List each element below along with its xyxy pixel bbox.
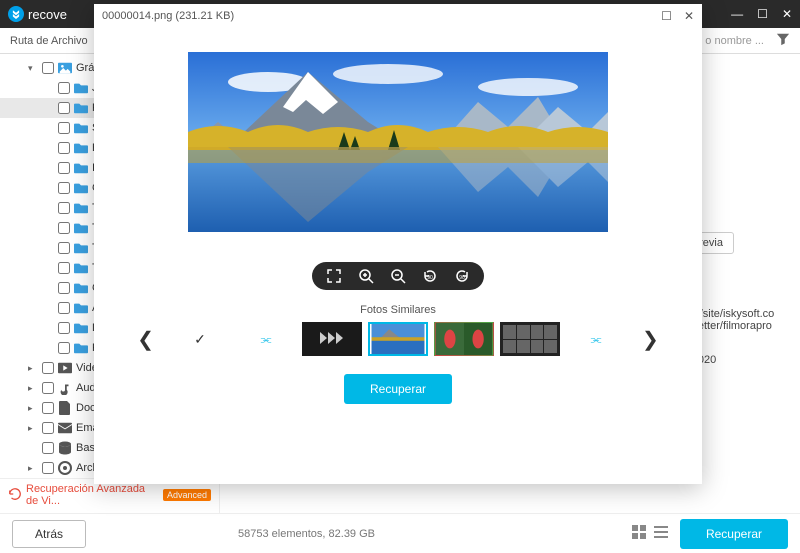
video-icon: [58, 362, 72, 374]
search-input[interactable]: o nombre ...: [705, 35, 770, 47]
image-folder-icon: [58, 62, 72, 74]
minimize-icon[interactable]: —: [731, 7, 743, 21]
rotate-left-icon[interactable]: 90: [422, 268, 438, 284]
document-icon: [58, 402, 72, 414]
group-checkbox[interactable]: [42, 402, 54, 414]
folder-icon: [74, 102, 88, 114]
caret-down-icon[interactable]: ▾: [28, 63, 38, 74]
thumb-broken-2[interactable]: ⫘: [566, 322, 626, 356]
back-button[interactable]: Atrás: [12, 520, 86, 548]
thumb-parrot[interactable]: [434, 322, 494, 356]
item-checkbox[interactable]: [58, 82, 70, 94]
filter-icon[interactable]: [776, 32, 790, 49]
group-checkbox[interactable]: [42, 62, 54, 74]
view-mode-icons: [632, 525, 668, 542]
app-footer: Atrás 58753 elementos, 82.39 GB Recupera…: [0, 513, 800, 553]
folder-icon: [74, 302, 88, 314]
group-checkbox[interactable]: [42, 382, 54, 394]
thumbnail-row: ❮ ⫘ ⫘ ❯: [94, 322, 702, 356]
zoom-out-icon[interactable]: [390, 268, 406, 284]
group-checkbox[interactable]: [42, 442, 54, 454]
audio-icon: [58, 382, 72, 394]
item-checkbox[interactable]: [58, 142, 70, 154]
modal-title: 00000014.png (231.21 KB): [102, 10, 234, 22]
path-label: Ruta de Archivo: [10, 35, 88, 47]
item-checkbox[interactable]: [58, 122, 70, 134]
close-icon[interactable]: ✕: [782, 7, 792, 21]
item-checkbox[interactable]: [58, 182, 70, 194]
broken-link-icon: ⫘: [591, 332, 602, 347]
caret-right-icon[interactable]: ▸: [28, 383, 38, 394]
item-checkbox[interactable]: [58, 162, 70, 174]
item-checkbox[interactable]: [58, 262, 70, 274]
status-count: 58753 elementos, 82.39 GB: [238, 528, 375, 540]
maximize-icon[interactable]: ☐: [757, 7, 768, 21]
recover-button[interactable]: Recuperar: [680, 519, 788, 549]
modal-close-icon[interactable]: ✕: [684, 9, 694, 23]
svg-text:90: 90: [459, 275, 465, 281]
folder-icon: [74, 122, 88, 134]
svg-text:90: 90: [427, 275, 433, 281]
modal-recover-button[interactable]: Recuperar: [344, 374, 452, 404]
folder-icon: [74, 202, 88, 214]
item-checkbox[interactable]: [58, 222, 70, 234]
group-checkbox[interactable]: [42, 422, 54, 434]
item-checkbox[interactable]: [58, 342, 70, 354]
advanced-badge: Advanced: [163, 489, 211, 501]
folder-icon: [74, 162, 88, 174]
similar-photos-label: Fotos Similares: [94, 304, 702, 316]
preview-image: [188, 52, 608, 232]
item-checkbox[interactable]: [58, 322, 70, 334]
folder-icon: [74, 182, 88, 194]
thumb-wondershare-logo[interactable]: [302, 322, 362, 356]
folder-icon: [74, 142, 88, 154]
modal-window-controls: ☐ ✕: [661, 9, 694, 23]
reload-icon: [8, 487, 22, 504]
caret-right-icon[interactable]: ▸: [28, 403, 38, 414]
folder-icon: [74, 322, 88, 334]
item-checkbox[interactable]: [58, 302, 70, 314]
grid-view-icon[interactable]: [632, 525, 646, 542]
database-icon: [58, 442, 72, 454]
app-brand: recove: [28, 7, 67, 22]
folder-icon: [74, 222, 88, 234]
zoom-toolbar: 90 90: [312, 262, 484, 290]
thumb-checked[interactable]: [170, 322, 230, 356]
rotate-right-icon[interactable]: 90: [454, 268, 470, 284]
app-logo: recove: [8, 6, 67, 22]
group-checkbox[interactable]: [42, 462, 54, 474]
broken-link-icon: ⫘: [261, 332, 272, 347]
folder-icon: [74, 342, 88, 354]
zoom-in-icon[interactable]: [358, 268, 374, 284]
thumb-current[interactable]: [368, 322, 428, 356]
folder-icon: [74, 82, 88, 94]
folder-icon: [74, 242, 88, 254]
item-checkbox[interactable]: [58, 202, 70, 214]
modal-maximize-icon[interactable]: ☐: [661, 9, 672, 23]
preview-modal: 00000014.png (231.21 KB) ☐ ✕: [94, 4, 702, 484]
modal-titlebar: 00000014.png (231.21 KB) ☐ ✕: [94, 4, 702, 28]
archive-icon: [58, 462, 72, 474]
item-checkbox[interactable]: [58, 102, 70, 114]
list-view-icon[interactable]: [654, 525, 668, 542]
fit-screen-icon[interactable]: [326, 268, 342, 284]
folder-icon: [74, 282, 88, 294]
group-checkbox[interactable]: [42, 362, 54, 374]
item-checkbox[interactable]: [58, 242, 70, 254]
prev-arrow-icon[interactable]: ❮: [127, 327, 164, 352]
thumb-broken-1[interactable]: ⫘: [236, 322, 296, 356]
caret-right-icon[interactable]: ▸: [28, 423, 38, 434]
advanced-label: Recuperación Avanzada de Vi...: [26, 483, 159, 507]
mail-icon: [58, 422, 72, 434]
logo-icon: [8, 6, 24, 22]
caret-right-icon[interactable]: ▸: [28, 363, 38, 374]
next-arrow-icon[interactable]: ❯: [632, 327, 669, 352]
folder-icon: [74, 262, 88, 274]
item-checkbox[interactable]: [58, 282, 70, 294]
caret-right-icon[interactable]: ▸: [28, 463, 38, 474]
thumb-gallery[interactable]: [500, 322, 560, 356]
app-window-controls: — ☐ ✕: [731, 7, 792, 21]
